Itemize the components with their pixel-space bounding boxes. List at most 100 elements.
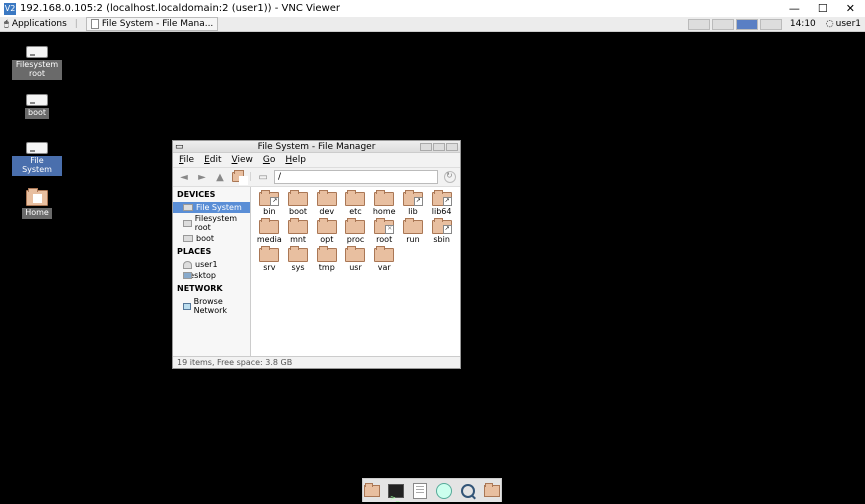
dock-search[interactable] xyxy=(459,483,477,499)
drive-icon xyxy=(26,46,48,58)
user-menu[interactable]: ◌ user1 xyxy=(822,19,865,29)
sidebar-heading-network: NETWORK xyxy=(173,281,250,296)
sidebar-item-browse-network[interactable]: Browse Network xyxy=(173,296,250,316)
fm-statusbar: 19 items, Free space: 3.8 GB xyxy=(173,356,460,368)
folder-label: root xyxy=(376,235,392,244)
folder-label: sbin xyxy=(433,235,450,244)
folder-item-home[interactable]: home xyxy=(370,191,399,217)
vnc-titlebar: V2 192.168.0.105:2 (localhost.localdomai… xyxy=(0,0,865,17)
desktop-icon-boot[interactable]: boot xyxy=(12,94,62,119)
folder-item-var[interactable]: var xyxy=(370,247,399,273)
menu-view[interactable]: View xyxy=(232,155,253,165)
folder-label: lib xyxy=(408,207,418,216)
fm-maximize-button[interactable] xyxy=(433,143,445,151)
workspace-3[interactable] xyxy=(736,19,758,30)
workspace-2[interactable] xyxy=(712,19,734,30)
sidebar-heading-places: PLACES xyxy=(173,244,250,259)
workspace-1[interactable] xyxy=(688,19,710,30)
folder-item-bin[interactable]: bin xyxy=(255,191,284,217)
dock-browser[interactable] xyxy=(435,483,453,499)
dock-filemanager[interactable] xyxy=(363,483,381,499)
folder-label: boot xyxy=(289,207,307,216)
close-button[interactable]: ✕ xyxy=(846,2,855,15)
drive-icon xyxy=(26,142,48,154)
folder-icon xyxy=(484,485,500,497)
folder-item-srv[interactable]: srv xyxy=(255,247,284,273)
menu-file[interactable]: FFileile xyxy=(179,155,194,165)
desktop-icon-file-system[interactable]: File System xyxy=(12,142,62,176)
sidebar-item-user[interactable]: user1 xyxy=(173,259,250,270)
dock-folder[interactable] xyxy=(483,483,501,499)
folder-item-media[interactable]: media xyxy=(255,219,284,245)
folder-label: usr xyxy=(349,263,362,272)
vnc-title-text: 192.168.0.105:2 (localhost.localdomain:2… xyxy=(20,3,340,14)
back-button[interactable]: ◄ xyxy=(177,170,191,184)
folder-label: mnt xyxy=(290,235,306,244)
menu-edit[interactable]: Edit xyxy=(204,155,221,165)
drive-icon xyxy=(183,220,192,227)
vnc-app-icon: V2 xyxy=(4,3,16,15)
desktop-label: Home xyxy=(22,208,52,219)
folder-item-mnt[interactable]: mnt xyxy=(284,219,313,245)
folder-item-lib64[interactable]: lib64 xyxy=(427,191,456,217)
location-icon[interactable]: ▭ xyxy=(256,170,270,184)
folder-item-tmp[interactable]: tmp xyxy=(312,247,341,273)
fm-close-button[interactable] xyxy=(446,143,458,151)
folder-icon xyxy=(345,220,365,234)
folder-label: var xyxy=(378,263,391,272)
folder-item-sys[interactable]: sys xyxy=(284,247,313,273)
folder-item-run[interactable]: run xyxy=(399,219,428,245)
folder-item-dev[interactable]: dev xyxy=(312,191,341,217)
folder-label: home xyxy=(373,207,396,216)
refresh-button[interactable] xyxy=(444,171,456,183)
folder-icon xyxy=(403,192,423,206)
menu-go[interactable]: Go xyxy=(263,155,276,165)
home-button[interactable] xyxy=(231,170,245,184)
folder-item-opt[interactable]: opt xyxy=(312,219,341,245)
taskbar-task-filemanager[interactable]: File System - File Mana... xyxy=(86,17,218,31)
sidebar-label: File System xyxy=(196,203,242,212)
folder-icon xyxy=(259,192,279,206)
folder-item-sbin[interactable]: sbin xyxy=(427,219,456,245)
folder-label: opt xyxy=(320,235,333,244)
desktop-icon-filesystem-root[interactable]: Filesystem root xyxy=(12,46,62,80)
folder-icon xyxy=(259,220,279,234)
clock[interactable]: 14:10 xyxy=(784,19,822,29)
folder-label: etc xyxy=(349,207,361,216)
folder-label: tmp xyxy=(319,263,335,272)
sidebar-label: boot xyxy=(196,234,214,243)
workspace-4[interactable] xyxy=(760,19,782,30)
menu-help[interactable]: Help xyxy=(285,155,306,165)
path-input[interactable]: / xyxy=(274,170,438,184)
sidebar-item-desktop[interactable]: Desktop xyxy=(173,270,250,281)
fm-menubar: FFileile Edit View Go Help xyxy=(173,153,460,167)
editor-icon xyxy=(413,483,427,499)
maximize-button[interactable]: ☐ xyxy=(818,2,828,15)
forward-button[interactable]: ► xyxy=(195,170,209,184)
sidebar-item-filesystem[interactable]: File System xyxy=(173,202,250,213)
folder-label: dev xyxy=(319,207,334,216)
sidebar-item-filesystem-root[interactable]: Filesystem root xyxy=(173,213,250,233)
fm-main-panel[interactable]: binboot dev etc home lib lib64 media mnt opt proc… xyxy=(251,187,460,356)
user-label: user1 xyxy=(836,19,861,29)
fm-titlebar[interactable]: ▭ File System - File Manager xyxy=(173,141,460,153)
drive-icon xyxy=(183,235,193,242)
fm-minimize-button[interactable] xyxy=(420,143,432,151)
sidebar-item-boot[interactable]: boot xyxy=(173,233,250,244)
desktop-icon-home[interactable]: Home xyxy=(12,190,62,219)
dock-texteditor[interactable] xyxy=(411,483,429,499)
dock-terminal[interactable] xyxy=(387,483,405,499)
folder-item-lib[interactable]: lib xyxy=(399,191,428,217)
folder-label: proc xyxy=(347,235,364,244)
minimize-button[interactable]: — xyxy=(789,2,800,15)
up-button[interactable]: ▲ xyxy=(213,170,227,184)
folder-icon xyxy=(374,248,394,262)
folder-icon xyxy=(288,248,308,262)
applications-menu[interactable]: 🖱 Applications xyxy=(0,19,71,29)
fm-toolbar: ◄ ► ▲ | ▭ / xyxy=(173,167,460,187)
folder-item-usr[interactable]: usr xyxy=(341,247,370,273)
folder-item-boot[interactable]: boot xyxy=(284,191,313,217)
folder-item-etc[interactable]: etc xyxy=(341,191,370,217)
folder-item-proc[interactable]: proc xyxy=(341,219,370,245)
folder-item-root[interactable]: root xyxy=(370,219,399,245)
